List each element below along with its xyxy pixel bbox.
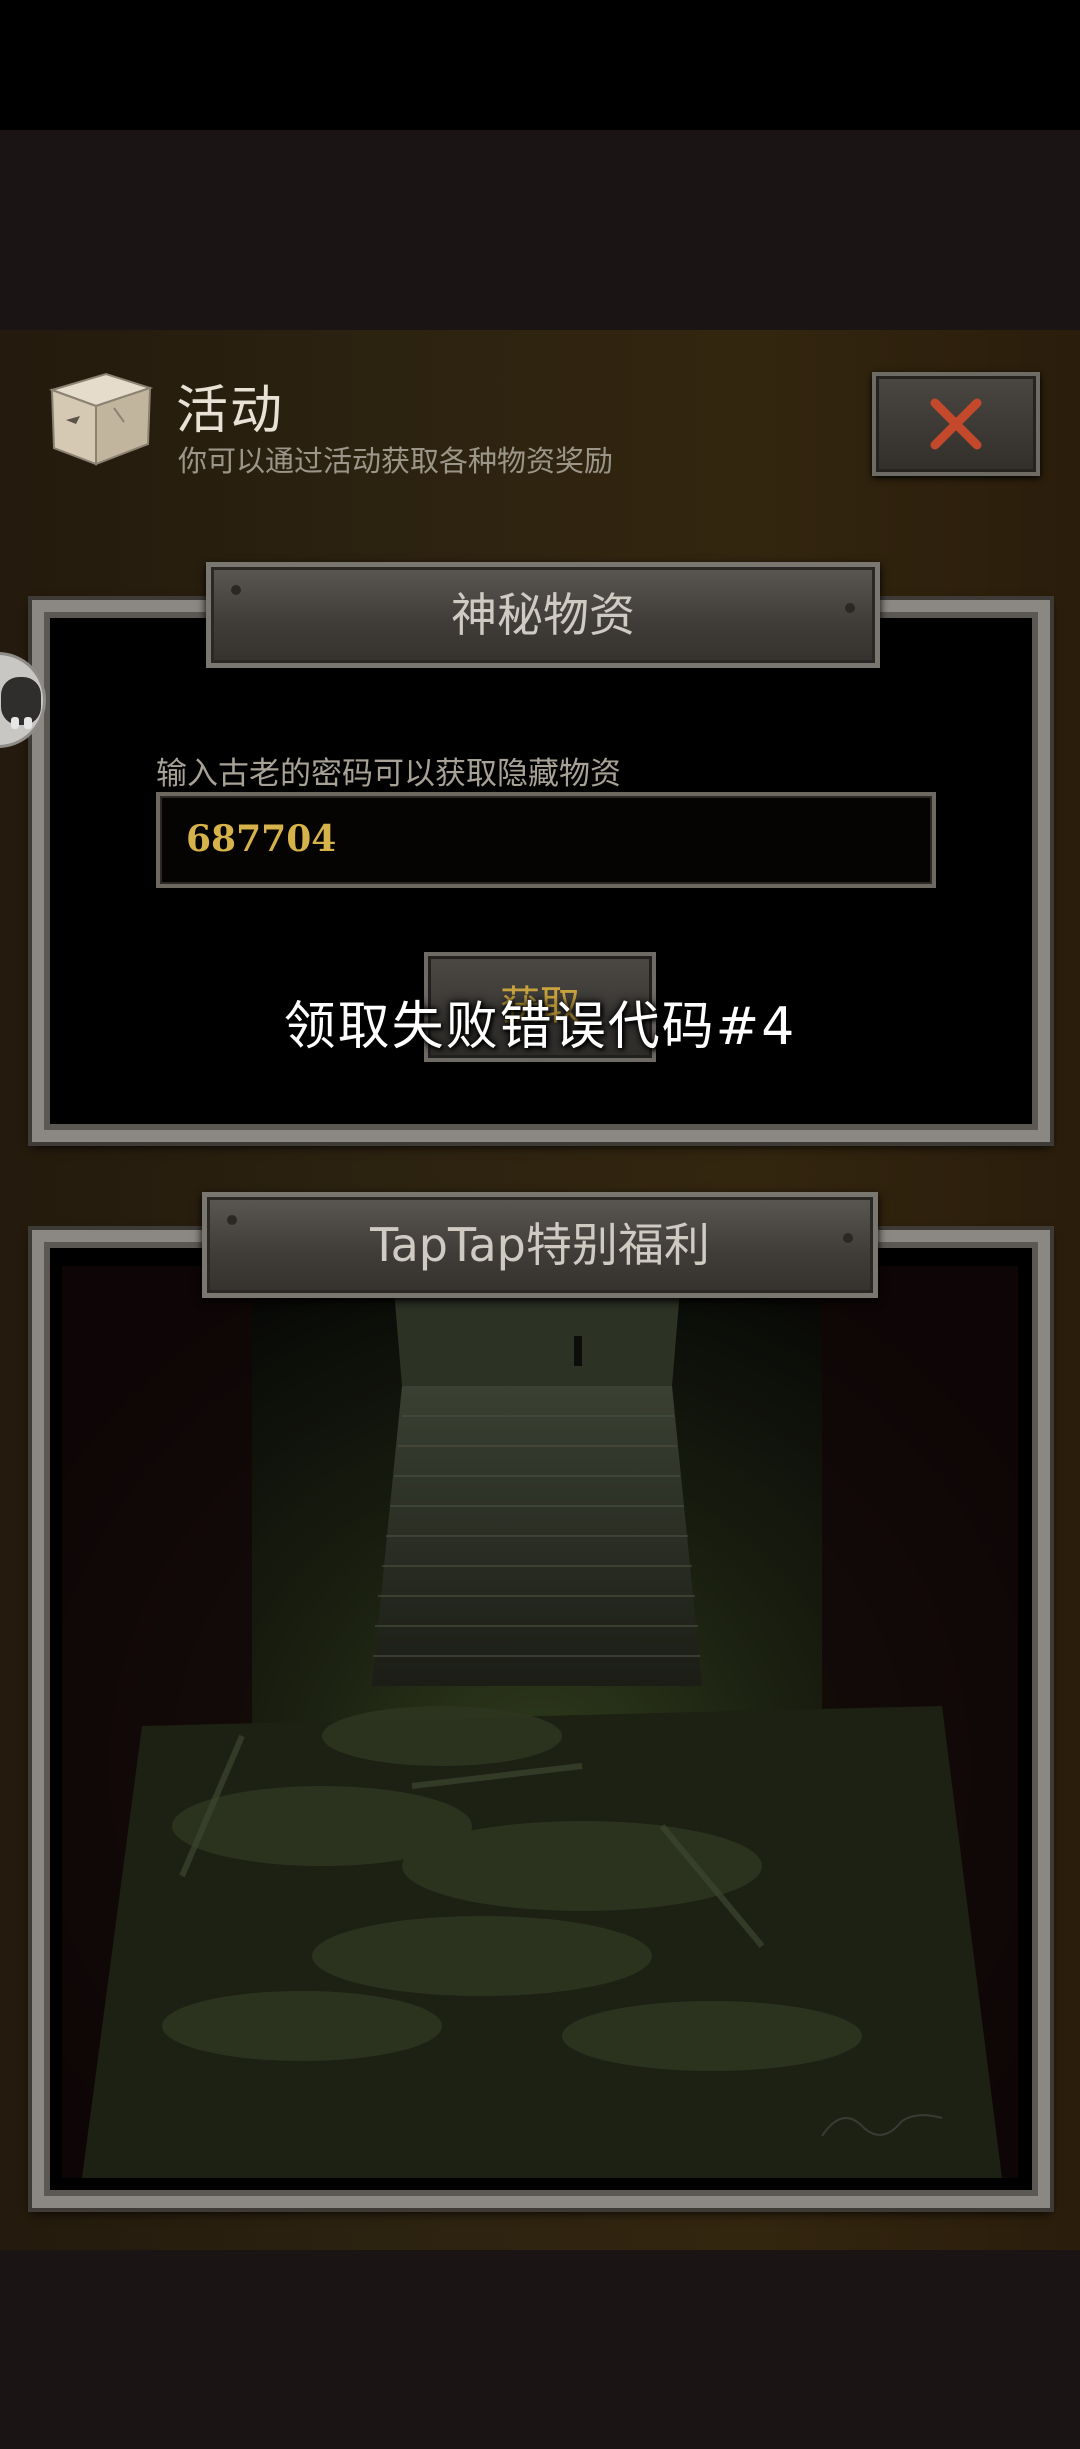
bottom-spacer	[0, 2250, 1080, 2449]
code-prompt: 输入古老的密码可以获取隐藏物资	[156, 756, 621, 792]
dark-ruins-artwork	[62, 1266, 1018, 2178]
status-bar	[0, 0, 1080, 130]
section-title-text: 神秘物资	[451, 588, 635, 642]
close-x-icon	[930, 398, 982, 450]
plaque-rivet	[231, 585, 241, 595]
assistant-face-icon	[1, 677, 41, 729]
top-spacer	[0, 130, 1080, 330]
eye	[24, 717, 32, 729]
error-toast: 领取失败错误代码#4	[283, 997, 797, 1057]
plaque-rivet	[843, 1233, 853, 1243]
section-title-text: TapTap特别福利	[370, 1218, 710, 1272]
section-title-secret-supplies: 神秘物资	[206, 562, 880, 668]
section-title-taptap: TapTap特别福利	[202, 1192, 878, 1298]
code-input[interactable]: 687704	[156, 792, 936, 888]
close-button[interactable]	[872, 372, 1040, 476]
cardboard-box-icon	[48, 372, 154, 466]
page-subtitle: 你可以通过活动获取各种物资奖励	[178, 444, 614, 478]
plaque-rivet	[845, 603, 855, 613]
page-title: 活动	[176, 381, 285, 441]
plaque-rivet	[227, 1215, 237, 1225]
eye	[11, 717, 19, 729]
